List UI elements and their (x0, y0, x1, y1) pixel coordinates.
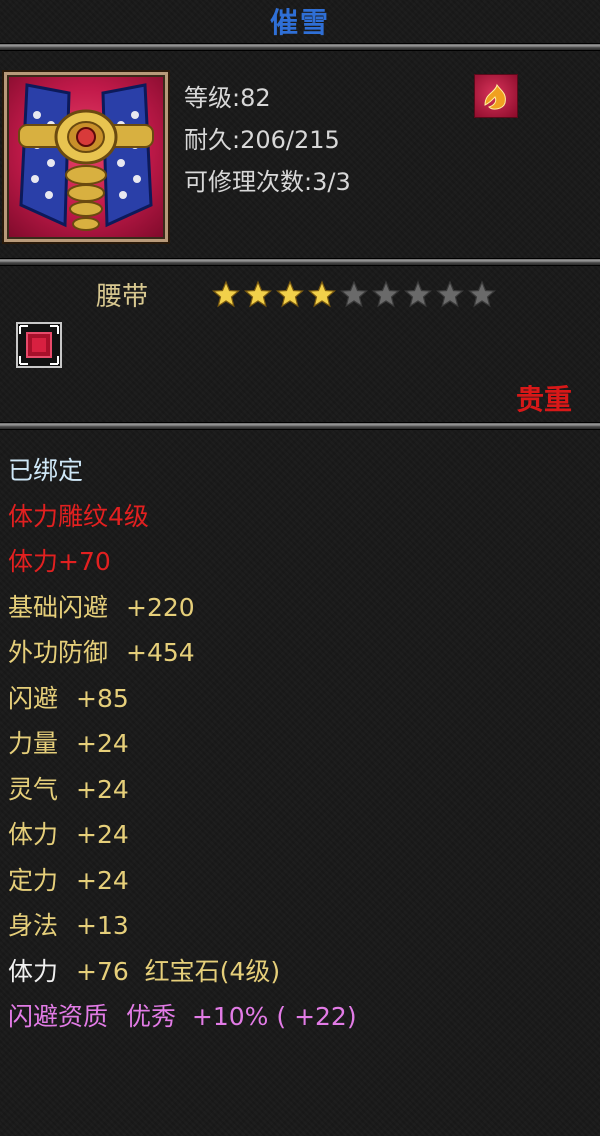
stat-row: 体力雕纹4级 (8, 502, 149, 532)
stat-label: 基础闪避 (8, 592, 109, 622)
divider (0, 259, 600, 265)
star-filled-icon (244, 280, 272, 308)
stat-label: 定力 (8, 865, 59, 895)
stat-label: 体力 (8, 956, 59, 986)
item-type: 腰带 (96, 282, 149, 312)
star-filled-icon (276, 280, 304, 308)
stat-label: 体力雕纹4级 (8, 501, 149, 531)
stat-label: 闪避 (8, 683, 59, 713)
stat-row: 体力 +76 红宝石(4级) (8, 957, 280, 987)
star-empty-icon (468, 280, 496, 308)
stat-value: +76 红宝石(4级) (76, 956, 281, 986)
stat-label: 力量 (8, 729, 59, 758)
stat-label: 已绑定 (8, 456, 84, 485)
star-filled-icon (308, 280, 336, 308)
stat-label: 外功防御 (8, 638, 109, 667)
belt-armor-icon (4, 72, 168, 242)
star-rating (212, 280, 496, 308)
stat-value: +220 (126, 592, 195, 622)
stat-row: 定力 +24 (8, 866, 129, 896)
star-empty-icon (404, 280, 432, 308)
rarity-label: 贵重 (515, 383, 572, 416)
stat-row: 基础闪避 +220 (8, 593, 195, 623)
stat-label: 身法 (8, 911, 59, 940)
stat-row: 已绑定 (8, 456, 83, 486)
stat-row: 闪避 +85 (8, 684, 129, 714)
item-durability: 耐久:206/215 (184, 126, 340, 154)
stat-value: +24 (76, 820, 129, 849)
stat-value: +24 (76, 865, 129, 895)
stat-value: +24 (76, 729, 129, 758)
divider (0, 423, 600, 429)
item-level: 等级:82 (184, 84, 271, 112)
stat-row: 灵气 +24 (8, 775, 129, 805)
star-empty-icon (372, 280, 400, 308)
stat-value: +85 (76, 683, 129, 713)
flame-emblem-icon (474, 74, 518, 118)
gem-socket-icon (16, 322, 62, 368)
star-empty-icon (340, 280, 368, 308)
stat-label: 体力+70 (8, 547, 111, 576)
stat-row: 力量 +24 (8, 729, 129, 759)
item-name: 催雪 (269, 6, 330, 39)
stat-row: 闪避资质 优秀 +10% ( +22) (8, 1002, 357, 1032)
star-filled-icon (212, 280, 240, 308)
stat-value: +454 (126, 638, 195, 667)
stat-value: +13 (76, 911, 129, 940)
stat-value: 优秀 +10% ( +22) (126, 1002, 357, 1031)
stat-label: 闪避资质 (8, 1002, 109, 1031)
item-tooltip: 催雪 等级:82 耐久:206/215 可修理次数:3/3 腰带 贵重 已绑定 … (0, 0, 600, 1136)
stat-row: 体力+70 (8, 547, 111, 577)
divider (0, 44, 600, 50)
stat-row: 身法 +13 (8, 911, 129, 941)
stat-label: 体力 (8, 820, 59, 849)
stat-row: 体力 +24 (8, 820, 129, 850)
stat-value: +24 (76, 774, 129, 804)
item-repair-count: 可修理次数:3/3 (184, 168, 351, 196)
stat-label: 灵气 (8, 774, 59, 804)
star-empty-icon (436, 280, 464, 308)
stat-row: 外功防御 +454 (8, 638, 195, 668)
